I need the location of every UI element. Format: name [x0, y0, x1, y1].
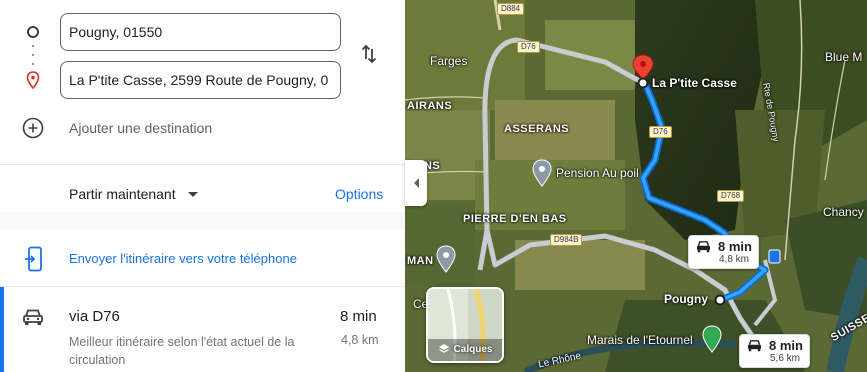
destination-label[interactable]: La P'tite Casse	[652, 76, 737, 90]
place-label-pension-au-poil[interactable]: Pension Au poil	[556, 166, 639, 180]
section-separator	[0, 212, 405, 230]
route-dots-icon	[32, 45, 34, 65]
destination-pin-icon	[26, 71, 40, 89]
layers-button[interactable]: Calques	[426, 287, 504, 363]
place-label-farges: Farges	[430, 54, 468, 68]
options-button[interactable]: Options	[335, 186, 383, 202]
layers-label: Calques	[453, 343, 493, 355]
origin-circle-icon	[27, 26, 39, 38]
tooltip-time: 8 min	[718, 239, 752, 254]
send-to-phone-link[interactable]: Envoyer l'itinéraire vers votre téléphon…	[69, 251, 297, 266]
add-destination-icon[interactable]	[22, 117, 44, 139]
place-label-asserans: ASSERANS	[504, 123, 570, 135]
divider	[0, 164, 405, 165]
place-label-blue: Blue M	[825, 50, 863, 64]
route-option[interactable]: via D76 8 min Meilleur itinéraire selon …	[0, 287, 405, 372]
collapse-panel-button[interactable]	[405, 160, 427, 206]
road-label-d984b: D984B	[550, 234, 583, 246]
route-distance: 4,8 km	[341, 333, 379, 347]
route-name: via D76	[69, 308, 120, 325]
place-label-airans: AIRANS	[407, 100, 453, 112]
place-label-marais[interactable]: Marais de l'Etournel	[587, 333, 693, 347]
alt-tooltip-distance: 5,6 km	[770, 353, 801, 364]
road-label-d768: D768	[717, 190, 745, 202]
depart-now-dropdown[interactable]: Partir maintenant	[69, 186, 198, 202]
road-label-d76: D76	[517, 41, 540, 53]
origin-label-pougny[interactable]: Pougny	[664, 292, 708, 306]
tooltip-distance: 4,8 km	[719, 254, 750, 265]
place-label-chancy: Chancy	[823, 205, 864, 219]
alt-route-time-tooltip[interactable]: 8 min 5,6 km	[739, 334, 810, 368]
route-time: 8 min	[340, 308, 377, 325]
alt-tooltip-time: 8 min	[769, 338, 803, 353]
car-icon	[23, 309, 43, 325]
send-to-phone-icon[interactable]	[24, 246, 44, 272]
place-label-man: MAN	[407, 255, 434, 267]
road-label-d884: D884	[497, 3, 525, 15]
add-destination-link[interactable]: Ajouter une destination	[69, 120, 212, 136]
destination-input[interactable]: La P'tite Casse, 2599 Route de Pougny, 0	[60, 61, 341, 99]
origin-input[interactable]: Pougny, 01550	[60, 13, 341, 51]
selected-route-indicator	[0, 287, 4, 372]
layers-label-row: Calques	[428, 343, 502, 355]
road-label-d76: D76	[649, 126, 672, 138]
directions-panel: Pougny, 01550 La P'tite Casse, 2599 Rout…	[0, 0, 405, 372]
layers-icon	[438, 344, 449, 353]
depart-now-label: Partir maintenant	[69, 186, 176, 202]
car-icon	[697, 241, 710, 253]
swap-icon[interactable]	[357, 42, 381, 66]
chevron-down-icon	[187, 191, 198, 197]
car-icon	[748, 340, 761, 352]
route-description: Meilleur itinéraire selon l'état actuel …	[69, 335, 295, 367]
route-time-tooltip[interactable]: 8 min 4,8 km	[688, 235, 759, 269]
chevron-left-icon	[413, 178, 419, 188]
place-label-pierre-den-bas: PIERRE D'EN BAS	[463, 213, 567, 225]
